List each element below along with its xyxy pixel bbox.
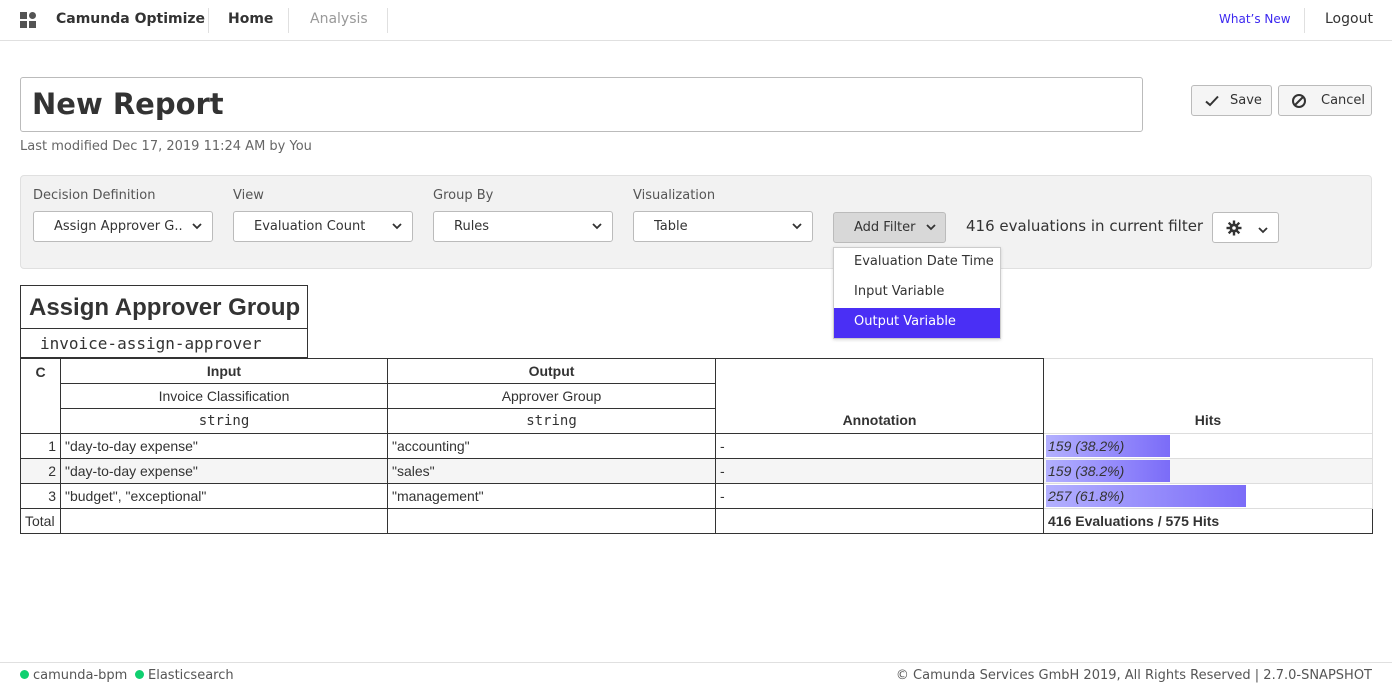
decision-table: C Input Output Annotation Hits Invoice C… [20, 358, 1373, 534]
visualization-select[interactable]: Table [633, 211, 813, 242]
total-empty-cell [60, 508, 388, 534]
add-filter-label: Add Filter [854, 220, 916, 235]
filter-menu-item[interactable]: Evaluation Date Time [834, 248, 1000, 278]
decision-definition-select[interactable]: Assign Approver G... [33, 211, 213, 242]
cancel-label: Cancel [1321, 93, 1366, 108]
group-by-value: Rules [454, 219, 490, 234]
status-ok-icon [135, 670, 144, 679]
group-by-label: Group By [433, 188, 494, 203]
total-label: Total [20, 508, 61, 534]
rule-output: "sales" [387, 458, 716, 484]
view-select[interactable]: Evaluation Count [233, 211, 413, 242]
table-row: 1 "day-to-day expense" "accounting" - 15… [20, 433, 1373, 459]
rule-number: 1 [20, 433, 61, 459]
status-elasticsearch: Elasticsearch [135, 668, 234, 683]
chevron-down-icon [391, 220, 403, 236]
rule-input: "day-to-day expense" [60, 433, 388, 459]
input-label: Invoice Classification [60, 383, 388, 409]
status-label: camunda-bpm [33, 668, 128, 683]
input-type: string [60, 408, 388, 434]
logout-button[interactable]: Logout [1325, 11, 1373, 27]
rule-annotation: - [715, 483, 1044, 509]
nav-divider [1304, 8, 1305, 33]
last-modified-text: Last modified Dec 17, 2019 11:24 AM by Y… [20, 139, 312, 154]
rule-hits: 257 (61.8%) [1048, 488, 1125, 504]
table-row: 3 "budget", "exceptional" "management" -… [20, 483, 1373, 509]
top-navigation-bar: Camunda Optimize Home Analysis What’s Ne… [0, 0, 1392, 41]
chevron-down-icon [791, 220, 803, 236]
evaluation-count-text: 416 evaluations in current filter [966, 217, 1204, 235]
decision-table-name: Assign Approver Group [29, 294, 301, 321]
rule-number: 3 [20, 483, 61, 509]
decision-table-name-box: Assign Approver Group [20, 285, 308, 329]
rule-hits-cell: 159 (38.2%) [1043, 433, 1373, 459]
nav-analysis[interactable]: Analysis [310, 11, 368, 27]
save-button[interactable]: Save [1191, 85, 1272, 116]
rule-hits-cell: 257 (61.8%) [1043, 483, 1373, 509]
report-title: New Report [32, 87, 224, 121]
decision-definition-label: Decision Definition [33, 188, 156, 203]
filter-menu-item[interactable]: Input Variable [834, 278, 1000, 308]
status-camunda-bpm: camunda-bpm [20, 668, 127, 683]
annotation-header: Annotation [715, 358, 1044, 434]
save-label: Save [1230, 93, 1262, 108]
output-header: Output [387, 358, 716, 384]
rule-annotation: - [715, 458, 1044, 484]
gear-icon [1226, 220, 1242, 240]
table-row: 2 "day-to-day expense" "sales" - 159 (38… [20, 458, 1373, 484]
decision-table-id: invoice-assign-approver [40, 334, 262, 353]
decision-definition-value: Assign Approver G... [54, 219, 184, 234]
camunda-logo-icon[interactable] [20, 12, 36, 28]
copyright-text: © Camunda Services GmbH 2019, All Rights… [895, 668, 1372, 683]
hits-header: Hits [1043, 358, 1373, 434]
output-type: string [387, 408, 716, 434]
total-empty-cell [715, 508, 1044, 534]
filter-menu-item-label: Input Variable [854, 284, 945, 299]
rule-annotation: - [715, 433, 1044, 459]
hit-policy-cell: C [20, 358, 61, 434]
rule-hits: 159 (38.2%) [1048, 438, 1125, 454]
rule-hits: 159 (38.2%) [1048, 463, 1125, 479]
total-row: Total 416 Evaluations / 575 Hits [20, 508, 1373, 534]
nav-divider [387, 8, 388, 33]
view-value: Evaluation Count [254, 219, 366, 234]
status-ok-icon [20, 670, 29, 679]
output-label: Approver Group [387, 383, 716, 409]
filter-menu-item-label: Evaluation Date Time [854, 254, 994, 269]
total-empty-cell [387, 508, 716, 534]
nav-divider [208, 8, 209, 33]
filter-menu-item[interactable]: Output Variable [834, 308, 1000, 338]
status-label: Elasticsearch [148, 668, 234, 683]
input-header: Input [60, 358, 388, 384]
view-label: View [233, 188, 264, 203]
rule-output: "accounting" [387, 433, 716, 459]
configuration-button[interactable] [1212, 212, 1279, 243]
decision-table-id-box: invoice-assign-approver [20, 329, 308, 358]
app-title[interactable]: Camunda Optimize [56, 11, 205, 27]
group-by-select[interactable]: Rules [433, 211, 613, 242]
add-filter-menu: Evaluation Date Time Input Variable Outp… [833, 247, 1001, 339]
check-icon [1204, 93, 1220, 113]
rule-input: "budget", "exceptional" [60, 483, 388, 509]
nav-home[interactable]: Home [228, 11, 273, 27]
chevron-down-icon [191, 220, 203, 236]
filter-menu-item-label: Output Variable [854, 314, 956, 329]
cancel-button[interactable]: Cancel [1278, 85, 1372, 116]
add-filter-button[interactable]: Add Filter [833, 212, 946, 243]
visualization-label: Visualization [633, 188, 716, 203]
footer: camunda-bpm Elasticsearch © Camunda Serv… [0, 662, 1392, 687]
chevron-down-icon [1257, 221, 1269, 240]
cancel-icon [1291, 93, 1307, 113]
chevron-down-icon [925, 221, 937, 237]
rule-output: "management" [387, 483, 716, 509]
rule-hits-cell: 159 (38.2%) [1043, 458, 1373, 484]
rule-input: "day-to-day expense" [60, 458, 388, 484]
rule-number: 2 [20, 458, 61, 484]
visualization-value: Table [654, 219, 688, 234]
report-title-input[interactable]: New Report [20, 77, 1143, 132]
total-value: 416 Evaluations / 575 Hits [1043, 508, 1373, 534]
chevron-down-icon [591, 220, 603, 236]
nav-divider [288, 8, 289, 33]
whats-new-link[interactable]: What’s New [1219, 12, 1291, 26]
